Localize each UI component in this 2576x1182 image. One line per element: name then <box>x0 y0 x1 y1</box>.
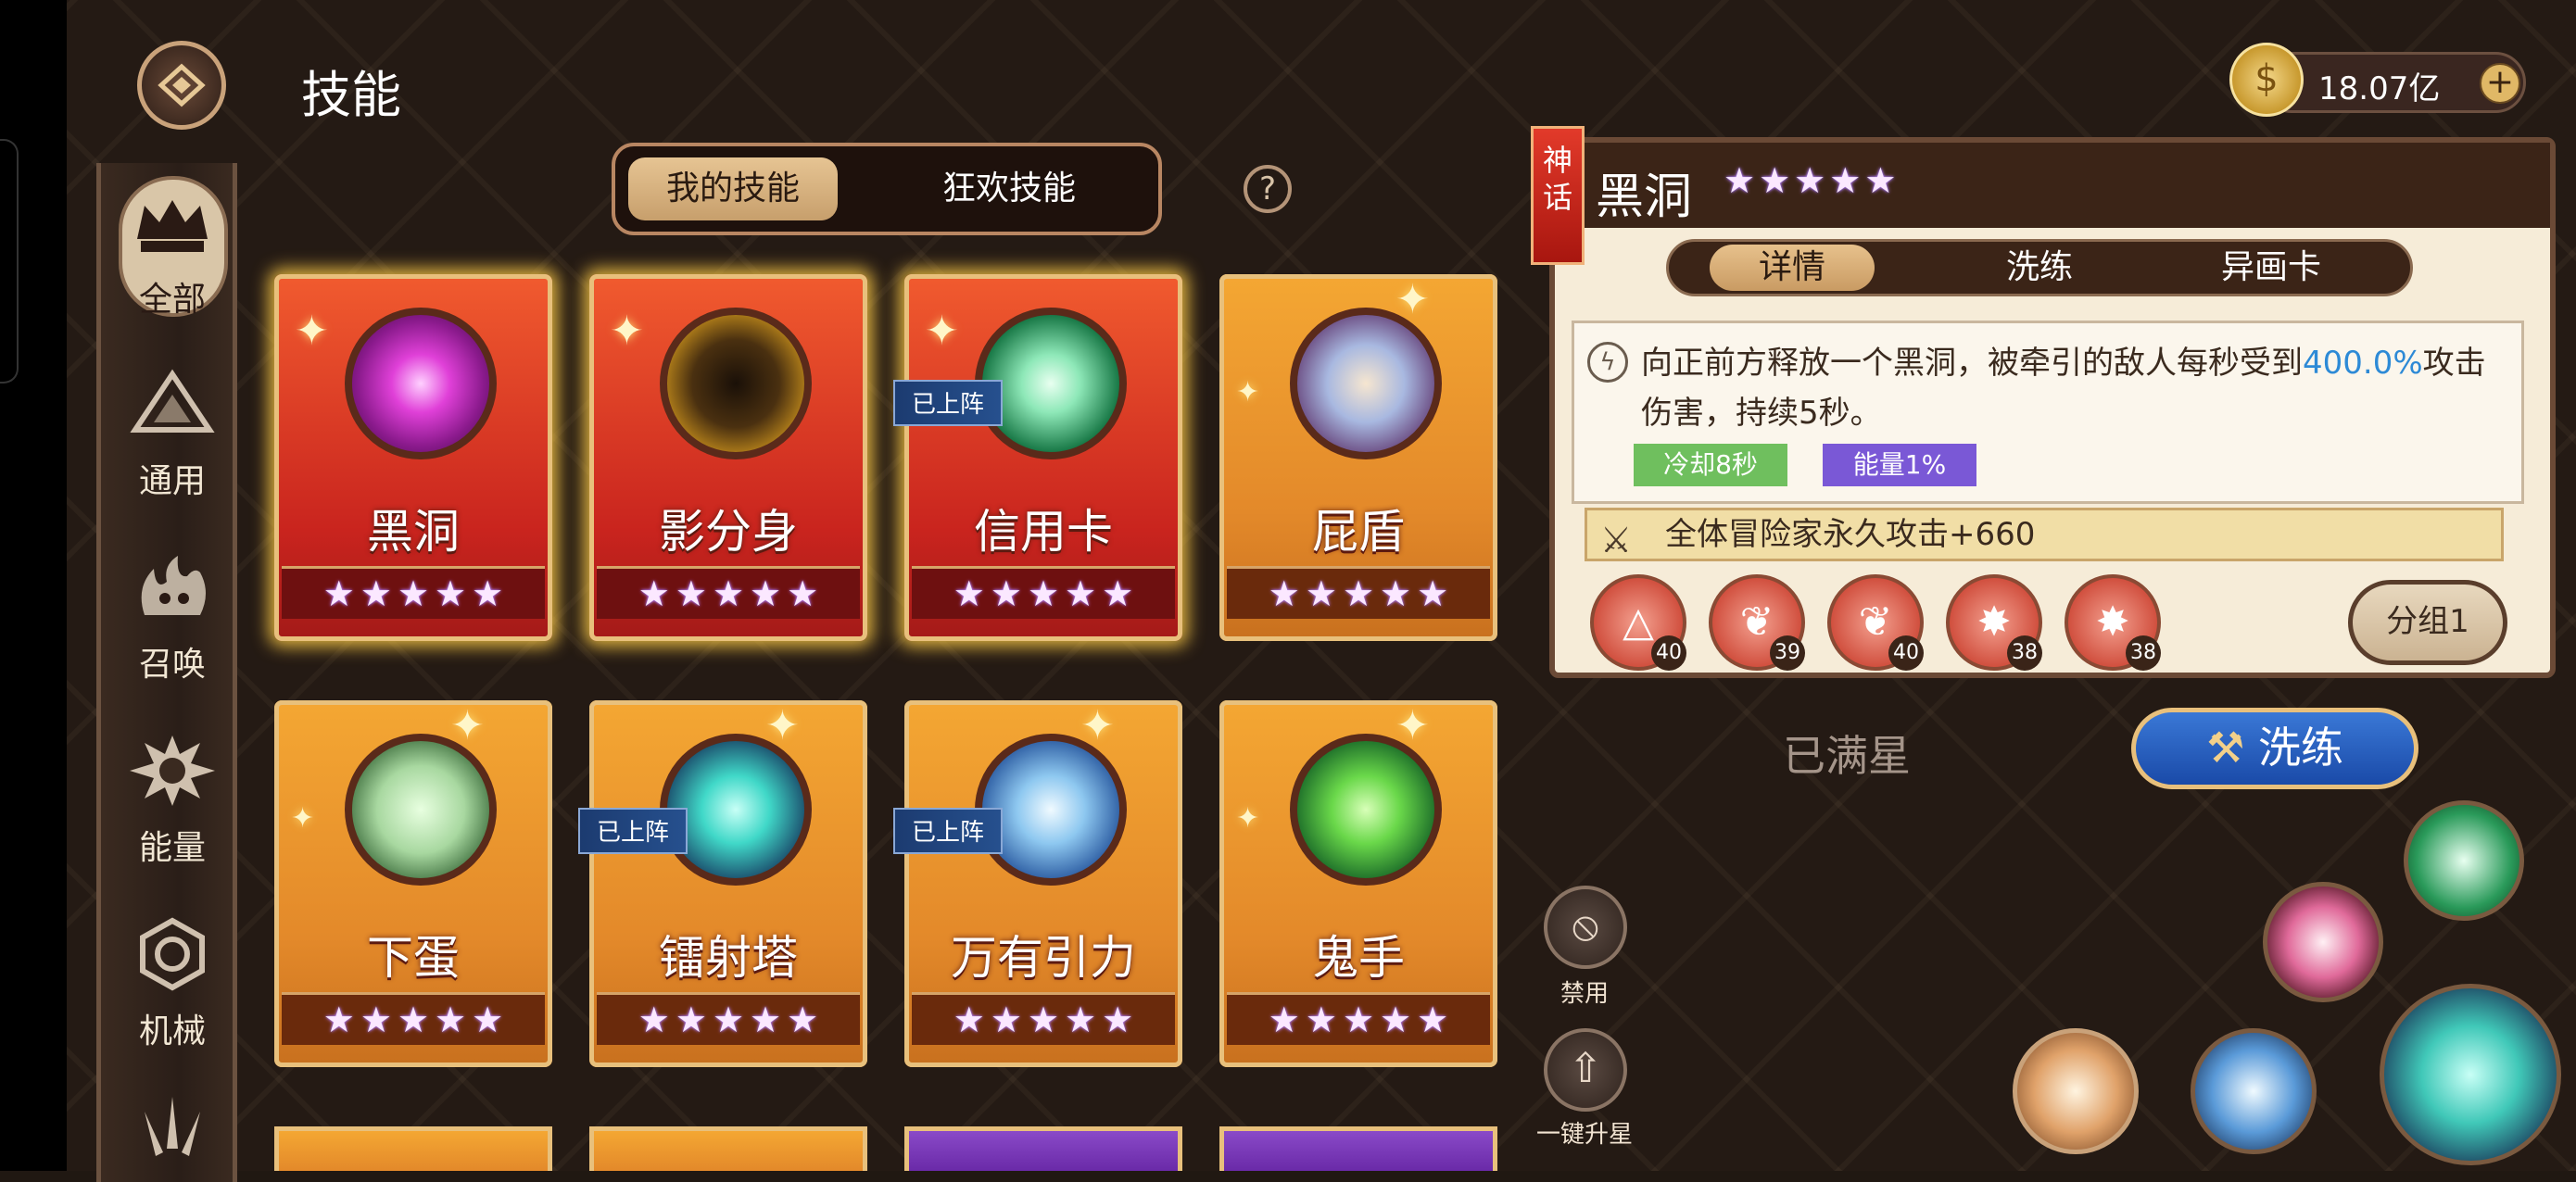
sword-icon: ⚔ <box>1600 520 1633 560</box>
nav-item-more[interactable] <box>120 1093 224 1176</box>
card-name: 信用卡 <box>974 505 1113 559</box>
equipped-slot-hand[interactable] <box>2013 1028 2139 1154</box>
skill-card-partial[interactable] <box>904 1126 1182 1171</box>
cooldown-badge: 冷却8秒 <box>1634 444 1787 486</box>
rune-slot[interactable]: ✸ 38 <box>1946 574 2042 671</box>
currency-value: 18.07亿 <box>2318 70 2441 107</box>
tab-alt-art[interactable]: 异画卡 <box>2178 245 2364 291</box>
rune-slot[interactable]: ✸ 38 <box>2065 574 2161 671</box>
skill-card-fart-shield[interactable]: ✦ ✦ 屁盾 ★ ★ ★ ★ ★ <box>1219 274 1497 641</box>
energy-burst-icon <box>126 734 219 817</box>
equipped-slot-gravity[interactable] <box>2191 1028 2317 1154</box>
card-stars: ★ ★ ★ ★ ★ <box>597 992 860 1045</box>
card-stars: ★ ★ ★ ★ ★ <box>282 566 545 619</box>
nav-label-energy: 能量 <box>138 829 206 867</box>
skill-card-gravity[interactable]: ✦ 万有引力 ★ ★ ★ ★ ★ <box>904 700 1182 1067</box>
rune-slot[interactable]: ❦ 39 <box>1709 574 1805 671</box>
help-button[interactable]: ? <box>1244 165 1292 213</box>
nav-item-summon[interactable]: 召唤 <box>120 550 224 685</box>
deployed-badge: 已上阵 <box>893 380 1004 426</box>
page-title: 技能 <box>301 66 401 124</box>
equipped-slot-ring[interactable] <box>2263 882 2383 1002</box>
detail-skill-name: 黑洞 <box>1596 170 1693 225</box>
card-stars: ★ ★ ★ ★ ★ <box>912 566 1175 619</box>
card-name: 影分身 <box>659 505 798 559</box>
card-stars: ★ ★ ★ ★ ★ <box>597 566 860 619</box>
skill-card-partial[interactable] <box>274 1126 552 1171</box>
refine-button[interactable]: ⚒ 洗练 <box>2131 708 2418 789</box>
card-name: 下蛋 <box>367 931 460 985</box>
skill-card-lay-egg[interactable]: ✦ ✦ 下蛋 ★ ★ ★ ★ ★ <box>274 700 552 1067</box>
max-star-label: 已满星 <box>1783 731 1911 781</box>
detail-stars: ★ ★ ★ ★ ★ <box>1724 160 1897 201</box>
nav-label-summon: 召唤 <box>138 646 206 684</box>
nav-label-general: 通用 <box>138 462 206 500</box>
skill-card-black-hole[interactable]: ✦ 黑洞 ★ ★ ★ ★ ★ <box>274 274 552 641</box>
gear-icon <box>126 917 219 1000</box>
ghost-hand-icon <box>1290 734 1442 886</box>
attribute-bonus: ⚔ 全体冒险家永久攻击+660 <box>1585 508 2504 561</box>
skill-card-laser-tower[interactable]: ✦ 镭射塔 ★ ★ ★ ★ ★ <box>589 700 867 1067</box>
shadow-clone-icon <box>660 308 812 459</box>
rune-slot[interactable]: △ 40 <box>1590 574 1686 671</box>
deployed-badge: 已上阵 <box>893 808 1004 854</box>
card-stars: ★ ★ ★ ★ ★ <box>1227 566 1490 619</box>
nav-item-energy[interactable]: 能量 <box>120 734 224 869</box>
equipped-slot-laser-tower[interactable] <box>2380 984 2561 1165</box>
coin-icon: $ <box>2229 43 2304 117</box>
tab-refine[interactable]: 洗练 <box>1947 245 2132 291</box>
hammer-icon: ⚒ <box>2206 723 2245 773</box>
fart-shield-icon <box>1290 308 1442 459</box>
upgrade-all-button[interactable]: ⇧ <box>1544 1028 1627 1112</box>
tab-details[interactable]: 详情 <box>1710 245 1875 291</box>
back-button[interactable] <box>137 41 226 130</box>
swords-icon <box>126 1093 219 1176</box>
black-hole-icon <box>345 308 497 459</box>
crown-icon <box>126 185 219 269</box>
nav-label-mechanical: 机械 <box>138 1012 206 1050</box>
card-name: 镭射塔 <box>659 931 798 985</box>
ban-icon: ⦸ <box>1572 902 1599 949</box>
nav-item-mechanical[interactable]: 机械 <box>120 917 224 1052</box>
equipped-slot-credit-card[interactable] <box>2404 800 2524 921</box>
device-edge <box>0 0 67 1171</box>
detail-tabs: 详情 洗练 异画卡 <box>1666 239 2413 296</box>
skill-tabs: 我的技能 狂欢技能 <box>612 143 1162 235</box>
energy-badge: 能量1% <box>1823 444 1976 486</box>
skill-card-partial[interactable] <box>1219 1126 1497 1171</box>
card-name: 黑洞 <box>367 505 460 559</box>
group-button[interactable]: 分组1 <box>2348 580 2507 665</box>
skill-description-box: ϟ 向正前方释放一个黑洞，被牵引的敌人每秒受到400.0%攻击伤害，持续5秒。 … <box>1572 321 2524 504</box>
nav-item-general[interactable]: 通用 <box>120 367 224 502</box>
tab-my-skills[interactable]: 我的技能 <box>628 157 838 220</box>
skill-description: 向正前方释放一个黑洞，被牵引的敌人每秒受到400.0%攻击伤害，持续5秒。 <box>1641 345 2486 432</box>
back-icon <box>158 63 206 107</box>
summon-flame-icon <box>126 550 219 634</box>
triangle-emblem-icon <box>126 367 219 450</box>
skill-card-credit-card[interactable]: ✦ 信用卡 ★ ★ ★ ★ ★ <box>904 274 1182 641</box>
egg-icon <box>345 734 497 886</box>
upgrade-all-label: 一键升星 <box>1535 1121 1633 1149</box>
rune-list: △ 40 ❦ 39 ❦ 40 ✸ 38 ✸ 38 <box>1590 574 2161 671</box>
rune-slot[interactable]: ❦ 40 <box>1827 574 1924 671</box>
skill-type-icon: ϟ <box>1587 342 1628 383</box>
card-name: 屁盾 <box>1312 505 1405 559</box>
ban-button[interactable]: ⦸ <box>1544 886 1627 969</box>
up-arrow-icon: ⇧ <box>1568 1045 1603 1092</box>
card-name: 鬼手 <box>1312 931 1405 985</box>
card-stars: ★ ★ ★ ★ ★ <box>1227 992 1490 1045</box>
card-stars: ★ ★ ★ ★ ★ <box>282 992 545 1045</box>
skill-card-ghost-hand[interactable]: ✦ ✦ 鬼手 ★ ★ ★ ★ ★ <box>1219 700 1497 1067</box>
tab-carnival-skills[interactable]: 狂欢技能 <box>893 157 1125 220</box>
card-name: 万有引力 <box>951 931 1136 985</box>
ban-label: 禁用 <box>1559 980 1609 1008</box>
nav-label-all: 全部 <box>138 281 206 319</box>
deployed-badge: 已上阵 <box>578 808 688 854</box>
rarity-tag: 神话 <box>1531 126 1585 265</box>
nav-item-all[interactable]: 全部 <box>120 185 224 321</box>
skill-card-partial[interactable] <box>589 1126 867 1171</box>
add-currency-button[interactable]: + <box>2480 63 2520 104</box>
card-stars: ★ ★ ★ ★ ★ <box>912 992 1175 1045</box>
skill-card-shadow-clone[interactable]: ✦ 影分身 ★ ★ ★ ★ ★ <box>589 274 867 641</box>
